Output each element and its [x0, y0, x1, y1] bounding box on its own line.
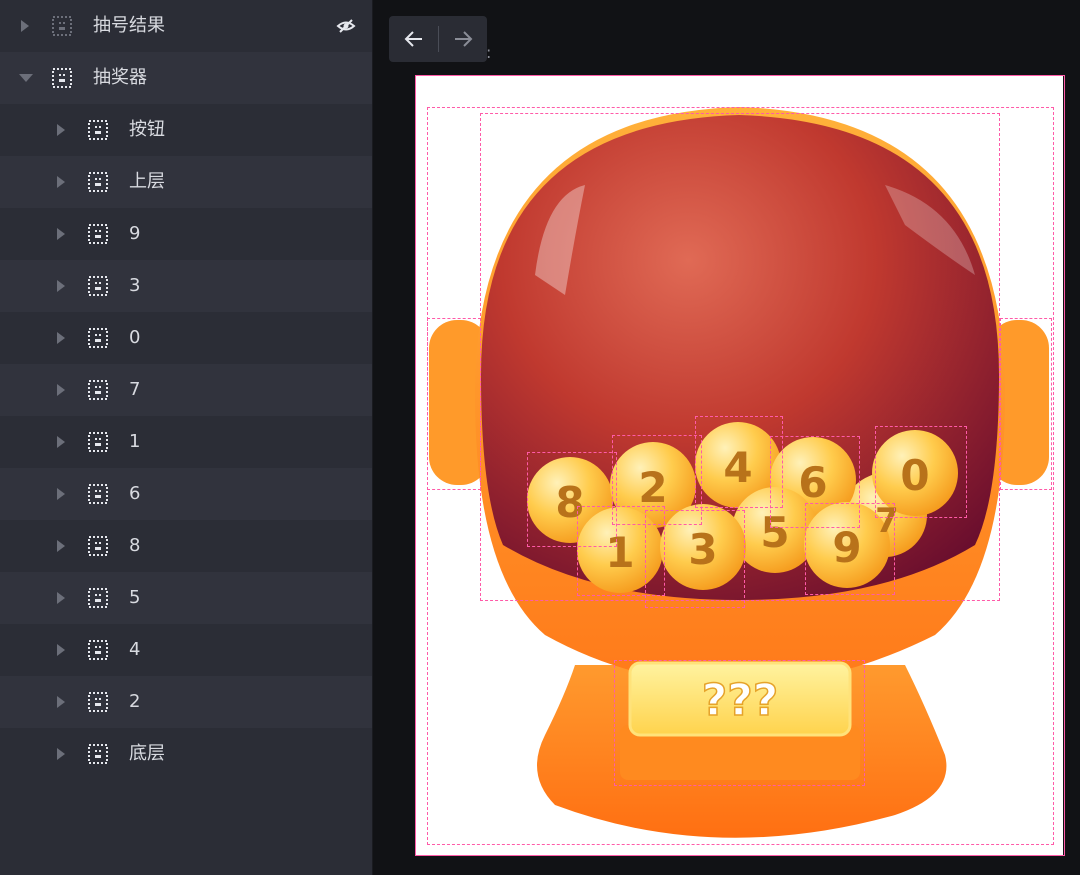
layer-row-7[interactable]: 7 [0, 364, 372, 416]
arrow-left-icon [404, 31, 422, 47]
layer-label: 3 [129, 275, 141, 296]
layer-label: 抽奖器 [93, 67, 147, 88]
ball-label: 1 [605, 528, 634, 577]
layer-label: 2 [129, 691, 141, 712]
group-layer-icon [88, 380, 108, 400]
forward-button[interactable] [438, 16, 487, 62]
expand-arrow-icon[interactable] [57, 540, 65, 552]
artboard[interactable]: 8 2 4 6 0 1 3 5 9 7 ??? [415, 75, 1063, 855]
expand-arrow-icon[interactable] [57, 488, 65, 500]
group-layer-icon [88, 536, 108, 556]
layer-row-top[interactable]: 上层 [0, 156, 372, 208]
ball-label: 9 [832, 523, 861, 572]
group-layer-icon [88, 172, 108, 192]
layer-label: 4 [129, 639, 141, 660]
layer-label: 7 [129, 379, 141, 400]
layer-label: 抽号结果 [93, 15, 165, 36]
group-layer-icon [88, 640, 108, 660]
lottery-machine-illustration: 8 2 4 6 0 1 3 5 9 7 ??? [429, 107, 1049, 838]
layer-label: 8 [129, 535, 141, 556]
group-layer-icon [88, 120, 108, 140]
layer-label: 底层 [129, 743, 165, 764]
arrow-right-icon [454, 31, 472, 47]
layer-row-lottery[interactable]: 抽奖器 [0, 52, 372, 104]
nav-divider [438, 26, 439, 52]
group-layer-icon [88, 224, 108, 244]
layer-row-button[interactable]: 按钮 [0, 104, 372, 156]
layer-row-4[interactable]: 4 [0, 624, 372, 676]
expand-arrow-icon[interactable] [57, 748, 65, 760]
layer-row-8[interactable]: 8 [0, 520, 372, 572]
group-layer-icon [88, 328, 108, 348]
expand-arrow-icon[interactable] [57, 696, 65, 708]
ball-label: 7 [875, 501, 899, 541]
layer-row-1[interactable]: 1 [0, 416, 372, 468]
layer-row-0[interactable]: 0 [0, 312, 372, 364]
ball-label: 2 [638, 463, 667, 512]
expand-arrow-icon[interactable] [57, 176, 65, 188]
ball-label: 8 [555, 478, 584, 527]
ball-label: 3 [688, 525, 717, 574]
layer-label: 5 [129, 587, 141, 608]
layers-panel: 抽号结果 抽奖器 按钮 上层 9 3 0 7 1 6 8 5 4 2 底层 [0, 0, 373, 875]
expand-arrow-icon[interactable] [21, 20, 29, 32]
group-layer-icon [88, 484, 108, 504]
expand-arrow-icon[interactable] [57, 280, 65, 292]
ball-label: 6 [798, 458, 827, 507]
group-layer-icon [88, 276, 108, 296]
collapse-arrow-icon[interactable] [19, 74, 33, 82]
layer-row-2[interactable]: 2 [0, 676, 372, 728]
group-layer-icon [88, 692, 108, 712]
expand-arrow-icon[interactable] [57, 384, 65, 396]
layer-label: 9 [129, 223, 141, 244]
layer-label: 0 [129, 327, 141, 348]
layer-label: 6 [129, 483, 141, 504]
group-layer-icon [52, 16, 72, 36]
layer-row-3[interactable]: 3 [0, 260, 372, 312]
expand-arrow-icon[interactable] [57, 228, 65, 240]
back-button[interactable] [389, 16, 438, 62]
ball-label: 4 [723, 443, 752, 492]
expand-arrow-icon[interactable] [57, 332, 65, 344]
group-layer-icon [88, 744, 108, 764]
layer-label: 1 [129, 431, 141, 452]
group-layer-icon [88, 588, 108, 608]
layer-label: 上层 [129, 171, 165, 192]
layer-row-result[interactable]: 抽号结果 [0, 0, 372, 52]
ball-label: 5 [760, 508, 789, 557]
expand-arrow-icon[interactable] [57, 644, 65, 656]
draw-button-label: ??? [702, 675, 779, 726]
layer-label: 按钮 [129, 119, 165, 140]
layer-row-6[interactable]: 6 [0, 468, 372, 520]
expand-arrow-icon[interactable] [57, 436, 65, 448]
layer-row-bottom[interactable]: 底层 [0, 728, 372, 780]
group-layer-icon [88, 432, 108, 452]
expand-arrow-icon[interactable] [57, 124, 65, 136]
layer-row-9[interactable]: 9 [0, 208, 372, 260]
ball-label: 0 [900, 451, 929, 500]
layer-row-5[interactable]: 5 [0, 572, 372, 624]
artboard-name: : [486, 43, 492, 62]
expand-arrow-icon[interactable] [57, 592, 65, 604]
hidden-eye-icon[interactable] [336, 16, 356, 36]
group-layer-icon [52, 68, 72, 88]
history-nav [389, 16, 487, 62]
